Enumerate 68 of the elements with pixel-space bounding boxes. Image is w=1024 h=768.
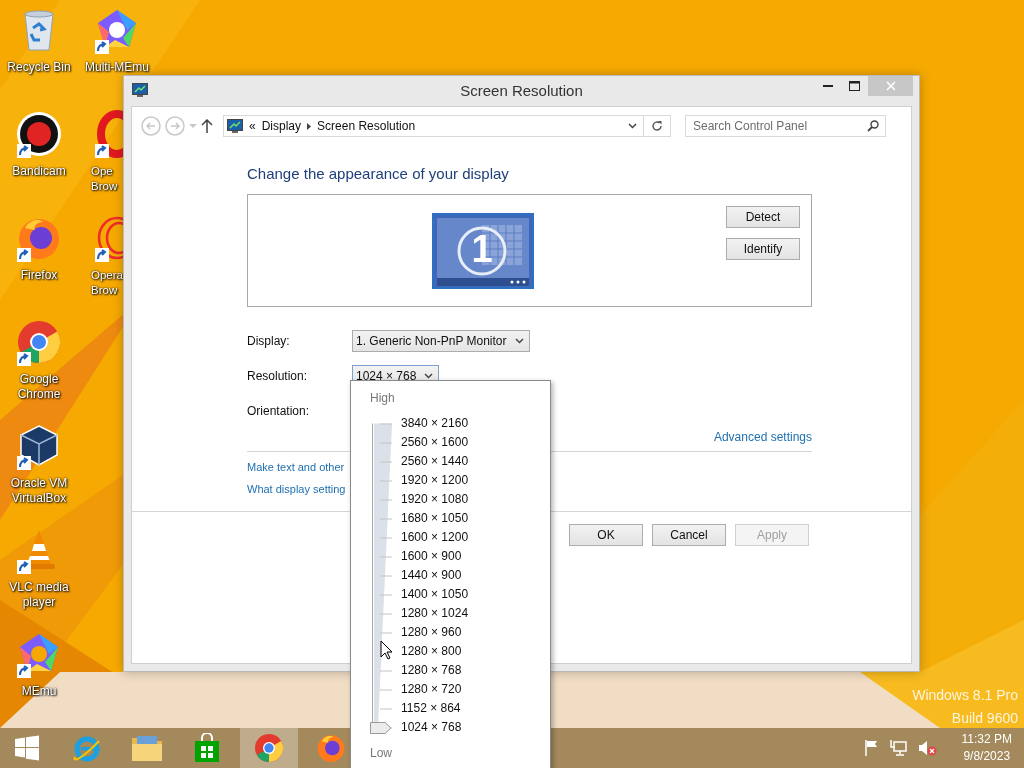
- field-label: Orientation:: [247, 403, 311, 418]
- dialog-button[interactable]: OK: [569, 524, 643, 546]
- flag-icon[interactable]: [863, 739, 880, 757]
- resolution-option[interactable]: 2560 × 1600: [401, 433, 469, 452]
- watermark-text: Windows 8.1 Pro: [912, 687, 1018, 703]
- watermark-text: Build 9600: [951, 710, 1018, 726]
- preview-button[interactable]: Detect: [726, 206, 800, 228]
- monitor-drawing[interactable]: [432, 213, 534, 289]
- resolution-option[interactable]: 1920 × 1200: [401, 471, 469, 490]
- caret-icon: [189, 123, 197, 129]
- resolution-option[interactable]: 1600 × 900: [401, 547, 469, 566]
- monitor-icon: [132, 82, 148, 98]
- monitor-icon: [227, 118, 243, 134]
- field-label: Display:: [247, 333, 291, 348]
- search-icon: [867, 120, 879, 132]
- close-icon: [885, 81, 896, 91]
- resolution-option[interactable]: 1440 × 900: [401, 566, 469, 585]
- slider-thumb[interactable]: [370, 721, 392, 734]
- resolution-option[interactable]: 1280 × 960: [401, 623, 469, 642]
- resolution-option[interactable]: 3840 × 2160: [401, 414, 469, 433]
- up-button[interactable]: [201, 119, 213, 133]
- resolution-option[interactable]: 1280 × 720: [401, 680, 469, 699]
- volume-muted-icon[interactable]: [917, 739, 938, 757]
- network-icon[interactable]: [889, 739, 908, 757]
- help-link[interactable]: Make text and other: [247, 461, 345, 473]
- preview-button[interactable]: Identify: [726, 238, 800, 260]
- up-arrow-icon: [201, 119, 213, 133]
- resolution-option[interactable]: 1280 × 800: [401, 642, 469, 661]
- resolution-option[interactable]: 1400 × 1050: [401, 585, 469, 604]
- windows-logo-icon: [14, 735, 40, 761]
- caret-icon: [424, 372, 434, 379]
- breadcrumb-overflow[interactable]: «: [249, 119, 256, 133]
- address-bar[interactable]: « Display Screen Resolution: [223, 115, 671, 137]
- breadcrumb[interactable]: Screen Resolution: [317, 119, 416, 133]
- resolution-option[interactable]: 1280 × 768: [401, 661, 469, 680]
- field-label: Resolution:: [247, 368, 309, 383]
- folder-icon: [131, 734, 163, 762]
- refresh-icon[interactable]: [651, 120, 663, 132]
- record-icon[interactable]: [15, 110, 63, 158]
- mouse-cursor-icon: [380, 640, 393, 660]
- maximize-icon: [849, 81, 860, 91]
- app-icon: [253, 732, 285, 764]
- taskbar-button[interactable]: [240, 728, 298, 768]
- help-link[interactable]: What display setting: [247, 483, 346, 495]
- chevron-down-icon[interactable]: [628, 123, 637, 129]
- chevron-right-icon: [307, 122, 312, 130]
- resolution-option[interactable]: 1920 × 1080: [401, 490, 469, 509]
- resolution-option[interactable]: 2560 × 1440: [401, 452, 469, 471]
- resolution-option[interactable]: 1024 × 768: [401, 718, 469, 737]
- breadcrumb[interactable]: Display: [261, 119, 302, 133]
- app-icon[interactable]: [15, 318, 63, 366]
- resolution-option[interactable]: 1600 × 1200: [401, 528, 469, 547]
- resolution-option[interactable]: 1680 × 1050: [401, 509, 469, 528]
- app-icon: [315, 732, 347, 764]
- low-label: Low: [370, 746, 392, 760]
- page-heading: Change the appearance of your display: [247, 165, 510, 182]
- resolution-option[interactable]: 1280 × 1024: [401, 604, 469, 623]
- dropdown[interactable]: 1. Generic Non-PnP Monitor: [352, 329, 530, 352]
- advanced-settings-link[interactable]: Advanced settings: [713, 430, 812, 444]
- search-field[interactable]: Search Control Panel: [685, 115, 886, 137]
- caret-icon: [514, 337, 524, 344]
- monitor-number: 1: [470, 227, 494, 272]
- resolution-option[interactable]: 1152 × 864: [401, 699, 469, 718]
- dialog-button[interactable]: Cancel: [652, 524, 726, 546]
- shopping-bag-icon: [193, 733, 221, 763]
- minimize-icon: [822, 84, 833, 88]
- window-title: Screen Resolution: [460, 81, 583, 99]
- high-label: High: [370, 391, 395, 405]
